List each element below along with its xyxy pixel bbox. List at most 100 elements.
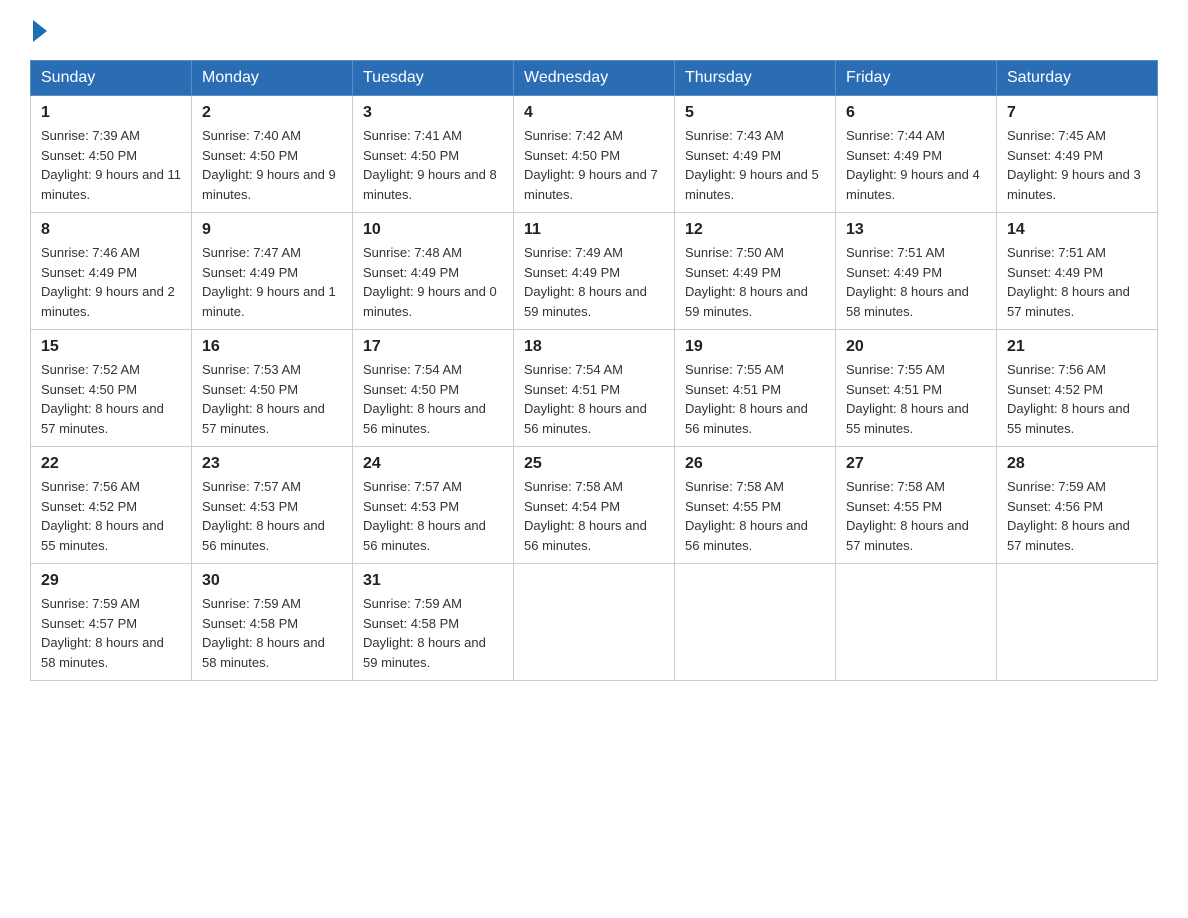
day-number: 18: [524, 338, 664, 356]
day-info: Sunrise: 7:46 AM Sunset: 4:49 PM Dayligh…: [41, 243, 181, 321]
calendar-cell: 4 Sunrise: 7:42 AM Sunset: 4:50 PM Dayli…: [514, 96, 675, 213]
day-info: Sunrise: 7:43 AM Sunset: 4:49 PM Dayligh…: [685, 126, 825, 204]
day-number: 28: [1007, 455, 1147, 473]
day-number: 17: [363, 338, 503, 356]
weekday-header-thursday: Thursday: [675, 61, 836, 96]
calendar-cell: 10 Sunrise: 7:48 AM Sunset: 4:49 PM Dayl…: [353, 213, 514, 330]
calendar-cell: [997, 564, 1158, 681]
calendar-week-3: 15 Sunrise: 7:52 AM Sunset: 4:50 PM Dayl…: [31, 330, 1158, 447]
day-info: Sunrise: 7:58 AM Sunset: 4:55 PM Dayligh…: [685, 477, 825, 555]
calendar-cell: 25 Sunrise: 7:58 AM Sunset: 4:54 PM Dayl…: [514, 447, 675, 564]
day-info: Sunrise: 7:58 AM Sunset: 4:55 PM Dayligh…: [846, 477, 986, 555]
day-number: 29: [41, 572, 181, 590]
calendar-cell: 24 Sunrise: 7:57 AM Sunset: 4:53 PM Dayl…: [353, 447, 514, 564]
calendar-cell: 7 Sunrise: 7:45 AM Sunset: 4:49 PM Dayli…: [997, 96, 1158, 213]
day-number: 30: [202, 572, 342, 590]
calendar-cell: 20 Sunrise: 7:55 AM Sunset: 4:51 PM Dayl…: [836, 330, 997, 447]
day-number: 15: [41, 338, 181, 356]
day-number: 4: [524, 104, 664, 122]
day-info: Sunrise: 7:58 AM Sunset: 4:54 PM Dayligh…: [524, 477, 664, 555]
day-info: Sunrise: 7:59 AM Sunset: 4:57 PM Dayligh…: [41, 594, 181, 672]
day-number: 20: [846, 338, 986, 356]
weekday-header-tuesday: Tuesday: [353, 61, 514, 96]
page-header: [30, 20, 1158, 40]
day-number: 7: [1007, 104, 1147, 122]
day-info: Sunrise: 7:49 AM Sunset: 4:49 PM Dayligh…: [524, 243, 664, 321]
day-number: 24: [363, 455, 503, 473]
calendar-cell: 13 Sunrise: 7:51 AM Sunset: 4:49 PM Dayl…: [836, 213, 997, 330]
day-number: 9: [202, 221, 342, 239]
day-info: Sunrise: 7:51 AM Sunset: 4:49 PM Dayligh…: [1007, 243, 1147, 321]
logo-arrow-icon: [33, 20, 47, 42]
calendar-cell: 6 Sunrise: 7:44 AM Sunset: 4:49 PM Dayli…: [836, 96, 997, 213]
day-info: Sunrise: 7:39 AM Sunset: 4:50 PM Dayligh…: [41, 126, 181, 204]
calendar-cell: 16 Sunrise: 7:53 AM Sunset: 4:50 PM Dayl…: [192, 330, 353, 447]
calendar-cell: 18 Sunrise: 7:54 AM Sunset: 4:51 PM Dayl…: [514, 330, 675, 447]
day-info: Sunrise: 7:59 AM Sunset: 4:58 PM Dayligh…: [363, 594, 503, 672]
day-info: Sunrise: 7:51 AM Sunset: 4:49 PM Dayligh…: [846, 243, 986, 321]
day-info: Sunrise: 7:59 AM Sunset: 4:58 PM Dayligh…: [202, 594, 342, 672]
day-number: 31: [363, 572, 503, 590]
calendar-cell: 3 Sunrise: 7:41 AM Sunset: 4:50 PM Dayli…: [353, 96, 514, 213]
day-number: 25: [524, 455, 664, 473]
calendar-cell: 19 Sunrise: 7:55 AM Sunset: 4:51 PM Dayl…: [675, 330, 836, 447]
calendar-week-1: 1 Sunrise: 7:39 AM Sunset: 4:50 PM Dayli…: [31, 96, 1158, 213]
day-info: Sunrise: 7:57 AM Sunset: 4:53 PM Dayligh…: [363, 477, 503, 555]
calendar-cell: 23 Sunrise: 7:57 AM Sunset: 4:53 PM Dayl…: [192, 447, 353, 564]
day-info: Sunrise: 7:56 AM Sunset: 4:52 PM Dayligh…: [1007, 360, 1147, 438]
calendar-week-4: 22 Sunrise: 7:56 AM Sunset: 4:52 PM Dayl…: [31, 447, 1158, 564]
day-info: Sunrise: 7:56 AM Sunset: 4:52 PM Dayligh…: [41, 477, 181, 555]
calendar-cell: 29 Sunrise: 7:59 AM Sunset: 4:57 PM Dayl…: [31, 564, 192, 681]
day-info: Sunrise: 7:55 AM Sunset: 4:51 PM Dayligh…: [846, 360, 986, 438]
day-number: 2: [202, 104, 342, 122]
calendar-cell: 15 Sunrise: 7:52 AM Sunset: 4:50 PM Dayl…: [31, 330, 192, 447]
weekday-header-sunday: Sunday: [31, 61, 192, 96]
weekday-header-saturday: Saturday: [997, 61, 1158, 96]
day-number: 12: [685, 221, 825, 239]
day-info: Sunrise: 7:59 AM Sunset: 4:56 PM Dayligh…: [1007, 477, 1147, 555]
calendar-cell: 9 Sunrise: 7:47 AM Sunset: 4:49 PM Dayli…: [192, 213, 353, 330]
calendar-cell: 22 Sunrise: 7:56 AM Sunset: 4:52 PM Dayl…: [31, 447, 192, 564]
calendar-cell: 31 Sunrise: 7:59 AM Sunset: 4:58 PM Dayl…: [353, 564, 514, 681]
day-number: 3: [363, 104, 503, 122]
day-number: 21: [1007, 338, 1147, 356]
logo: [30, 20, 47, 40]
day-info: Sunrise: 7:44 AM Sunset: 4:49 PM Dayligh…: [846, 126, 986, 204]
calendar-cell: 2 Sunrise: 7:40 AM Sunset: 4:50 PM Dayli…: [192, 96, 353, 213]
day-number: 26: [685, 455, 825, 473]
day-info: Sunrise: 7:50 AM Sunset: 4:49 PM Dayligh…: [685, 243, 825, 321]
calendar-cell: 8 Sunrise: 7:46 AM Sunset: 4:49 PM Dayli…: [31, 213, 192, 330]
calendar-cell: 27 Sunrise: 7:58 AM Sunset: 4:55 PM Dayl…: [836, 447, 997, 564]
day-number: 19: [685, 338, 825, 356]
calendar-cell: 26 Sunrise: 7:58 AM Sunset: 4:55 PM Dayl…: [675, 447, 836, 564]
day-number: 8: [41, 221, 181, 239]
day-info: Sunrise: 7:48 AM Sunset: 4:49 PM Dayligh…: [363, 243, 503, 321]
day-number: 22: [41, 455, 181, 473]
day-info: Sunrise: 7:45 AM Sunset: 4:49 PM Dayligh…: [1007, 126, 1147, 204]
day-number: 14: [1007, 221, 1147, 239]
day-info: Sunrise: 7:40 AM Sunset: 4:50 PM Dayligh…: [202, 126, 342, 204]
day-info: Sunrise: 7:53 AM Sunset: 4:50 PM Dayligh…: [202, 360, 342, 438]
calendar-cell: 21 Sunrise: 7:56 AM Sunset: 4:52 PM Dayl…: [997, 330, 1158, 447]
day-number: 16: [202, 338, 342, 356]
day-number: 13: [846, 221, 986, 239]
calendar-table: SundayMondayTuesdayWednesdayThursdayFrid…: [30, 60, 1158, 681]
day-number: 5: [685, 104, 825, 122]
day-info: Sunrise: 7:47 AM Sunset: 4:49 PM Dayligh…: [202, 243, 342, 321]
day-info: Sunrise: 7:54 AM Sunset: 4:50 PM Dayligh…: [363, 360, 503, 438]
day-info: Sunrise: 7:52 AM Sunset: 4:50 PM Dayligh…: [41, 360, 181, 438]
day-number: 23: [202, 455, 342, 473]
calendar-cell: 5 Sunrise: 7:43 AM Sunset: 4:49 PM Dayli…: [675, 96, 836, 213]
calendar-cell: [675, 564, 836, 681]
weekday-header-monday: Monday: [192, 61, 353, 96]
calendar-cell: 12 Sunrise: 7:50 AM Sunset: 4:49 PM Dayl…: [675, 213, 836, 330]
day-info: Sunrise: 7:41 AM Sunset: 4:50 PM Dayligh…: [363, 126, 503, 204]
day-info: Sunrise: 7:55 AM Sunset: 4:51 PM Dayligh…: [685, 360, 825, 438]
calendar-week-5: 29 Sunrise: 7:59 AM Sunset: 4:57 PM Dayl…: [31, 564, 1158, 681]
day-number: 11: [524, 221, 664, 239]
calendar-cell: 17 Sunrise: 7:54 AM Sunset: 4:50 PM Dayl…: [353, 330, 514, 447]
calendar-cell: 1 Sunrise: 7:39 AM Sunset: 4:50 PM Dayli…: [31, 96, 192, 213]
weekday-header-wednesday: Wednesday: [514, 61, 675, 96]
weekday-header-friday: Friday: [836, 61, 997, 96]
day-info: Sunrise: 7:54 AM Sunset: 4:51 PM Dayligh…: [524, 360, 664, 438]
